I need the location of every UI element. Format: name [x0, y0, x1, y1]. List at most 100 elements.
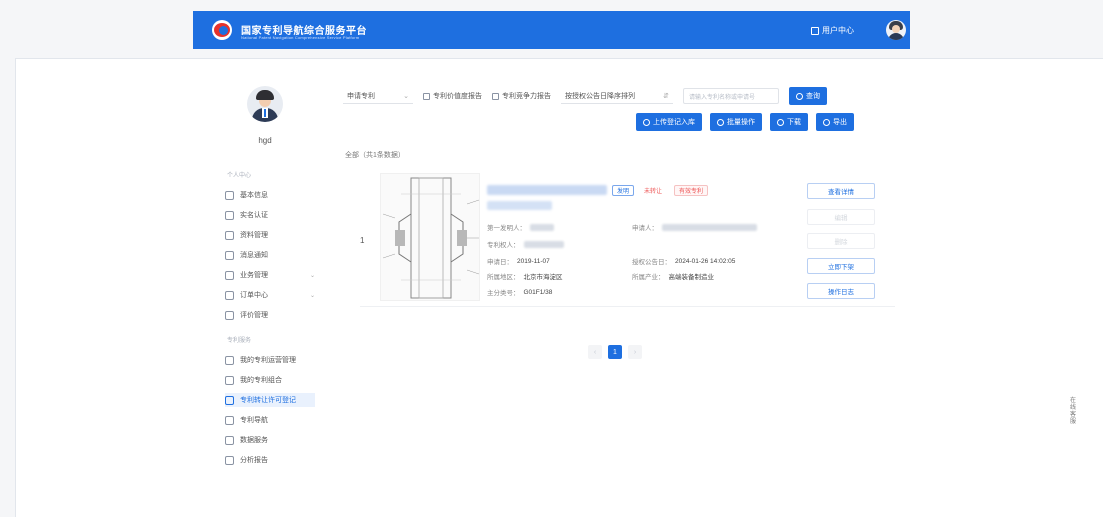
sidebar-item-label: 专利导航 [240, 417, 268, 424]
filter-toolbar: 申请专利 ⌄ 专利价值度报告 专利竞争力报告 按授权公告日降序排列 ⇵ 请输入专… [343, 86, 903, 106]
button-label: 下载 [787, 119, 801, 126]
checkbox-box[interactable] [492, 92, 499, 100]
sidebar-item-label: 我的专利运营管理 [240, 357, 296, 364]
sidebar-item-messages[interactable]: 消息通知 [225, 248, 315, 262]
checkbox-label: 专利竞争力报告 [502, 93, 551, 100]
download-button[interactable]: 下载 [770, 113, 808, 131]
sidebar-item-label: 分析报告 [240, 457, 268, 464]
download-icon [777, 118, 784, 126]
checkbox-box[interactable] [423, 92, 430, 100]
pagination: ‹ 1 › [588, 345, 642, 359]
search-button[interactable]: 查询 [789, 87, 827, 105]
button-label: 批量操作 [727, 119, 755, 126]
result-count: 全部（共1条数据） [345, 152, 405, 159]
chart-icon [225, 355, 234, 365]
doc-icon [225, 395, 234, 405]
patent-type-select[interactable]: 申请专利 ⌄ [343, 88, 413, 104]
patent-type-badge: 发明 [612, 185, 635, 196]
blurred-value [530, 223, 554, 231]
ipc-field: 主分类号： G01F1/38 [487, 287, 553, 298]
checkbox-competitiveness-report[interactable]: 专利竞争力报告 [492, 91, 551, 101]
online-service-float[interactable]: 在线客服 [1068, 398, 1078, 426]
field-label: 主分类号： [487, 290, 520, 297]
user-center-link[interactable]: 用户中心 [811, 25, 854, 36]
field-label: 专利权人： [487, 242, 520, 249]
sidebar-item-materials[interactable]: 资料管理 [225, 228, 315, 242]
folder-icon [225, 230, 234, 240]
platform-logo-icon[interactable] [212, 20, 232, 40]
sort-select[interactable]: 按授权公告日降序排列 ⇵ [561, 88, 673, 104]
validity-badge: 有效专利 [674, 185, 709, 196]
sidebar-item-basic-info[interactable]: 基本信息 [225, 188, 315, 202]
apply-date-field: 申请日： 2019-11-07 [487, 256, 550, 267]
sidebar-item-label: 评价管理 [240, 312, 268, 319]
transfer-status-badge: 未转让 [644, 189, 663, 195]
row-index: 1 [360, 236, 365, 245]
search-icon [796, 92, 803, 100]
sidebar-item-label: 我的专利组合 [240, 377, 282, 384]
edit-button[interactable]: 编辑 [807, 209, 875, 225]
sidebar-item-verification[interactable]: 实名认证 [225, 208, 315, 222]
user-center-icon [811, 26, 819, 35]
field-label: 第一发明人： [487, 225, 526, 232]
patent-title-blurred[interactable] [487, 185, 607, 195]
report-icon [225, 455, 234, 465]
select-value: 申请专利 [347, 92, 375, 100]
compass-icon [225, 415, 234, 425]
industry-value: 高端装备制造业 [668, 274, 715, 281]
grant-date-value: 2024-01-26 14:02:05 [675, 257, 736, 265]
blurred-value [662, 223, 757, 231]
sidebar-item-business[interactable]: 业务管理 ⌄ [225, 268, 315, 282]
user-center-label: 用户中心 [822, 26, 854, 35]
checkbox-value-report[interactable]: 专利价值度报告 [423, 91, 482, 101]
sidebar-section-personal: 个人中心 [227, 173, 252, 179]
industry-field: 所属产业： 高端装备制造业 [632, 271, 714, 281]
user-avatar[interactable] [247, 86, 283, 122]
sidebar-item-label: 专利转让许可登记 [240, 397, 296, 404]
sidebar-item-reviews[interactable]: 评价管理 [225, 308, 315, 322]
blurred-value [523, 240, 564, 248]
applicant-field: 申请人： [632, 222, 757, 232]
operation-log-button[interactable]: 操作日志 [807, 283, 875, 299]
patent-title-line2-blurred [487, 201, 552, 210]
delist-button[interactable]: 立即下架 [807, 258, 875, 274]
upload-register-button[interactable]: 上传登记入库 [636, 113, 702, 131]
batch-operation-button[interactable]: 批量操作 [710, 113, 762, 131]
sidebar-item-operations[interactable]: 我的专利运营管理 [225, 353, 315, 367]
patentee-field: 专利权人： [487, 239, 564, 249]
sidebar-item-portfolio[interactable]: 我的专利组合 [225, 373, 315, 387]
field-label: 申请日： [487, 259, 513, 266]
next-page-button[interactable]: › [628, 345, 642, 359]
search-input[interactable]: 请输入专利名称或申请号 [683, 88, 779, 104]
page-button-current[interactable]: 1 [608, 345, 622, 359]
top-header: 国家专利导航综合服务平台 National Patent Navigation … [193, 11, 910, 49]
patent-drawing-thumbnail[interactable] [380, 173, 480, 301]
first-inventor-field: 第一发明人： [487, 222, 554, 232]
region-value: 北京市海淀区 [523, 274, 563, 281]
field-label: 授权公告日： [632, 259, 671, 266]
sidebar-item-data[interactable]: 数据服务 [225, 433, 315, 447]
sidebar-item-navigation[interactable]: 专利导航 [225, 413, 315, 427]
star-icon [225, 310, 234, 320]
sidebar-item-label: 实名认证 [240, 212, 268, 219]
site-subtitle: National Patent Navigation Comprehensive… [241, 35, 360, 40]
button-label: 导出 [833, 119, 847, 126]
sidebar-item-label: 基本信息 [240, 192, 268, 199]
username: hgd [258, 136, 272, 145]
sidebar-item-transfer-registration[interactable]: 专利转让许可登记 [225, 393, 315, 407]
field-label: 所属地区： [487, 274, 520, 281]
header-avatar[interactable] [886, 20, 906, 40]
ipc-value: G01F1/38 [523, 288, 553, 296]
region-field: 所属地区： 北京市海淀区 [487, 271, 563, 281]
delete-button[interactable]: 删除 [807, 233, 875, 249]
sidebar-item-orders[interactable]: 订单中心 ⌄ [225, 288, 315, 302]
sidebar-item-label: 订单中心 [240, 292, 268, 299]
cart-icon [225, 290, 234, 300]
sidebar-item-label: 业务管理 [240, 272, 268, 279]
prev-page-button[interactable]: ‹ [588, 345, 602, 359]
export-button[interactable]: 导出 [816, 113, 854, 131]
view-detail-button[interactable]: 查看详情 [807, 183, 875, 199]
sidebar-item-reports[interactable]: 分析报告 [225, 453, 315, 467]
apply-date-value: 2019-11-07 [517, 257, 550, 265]
sidebar-item-label: 数据服务 [240, 437, 268, 444]
